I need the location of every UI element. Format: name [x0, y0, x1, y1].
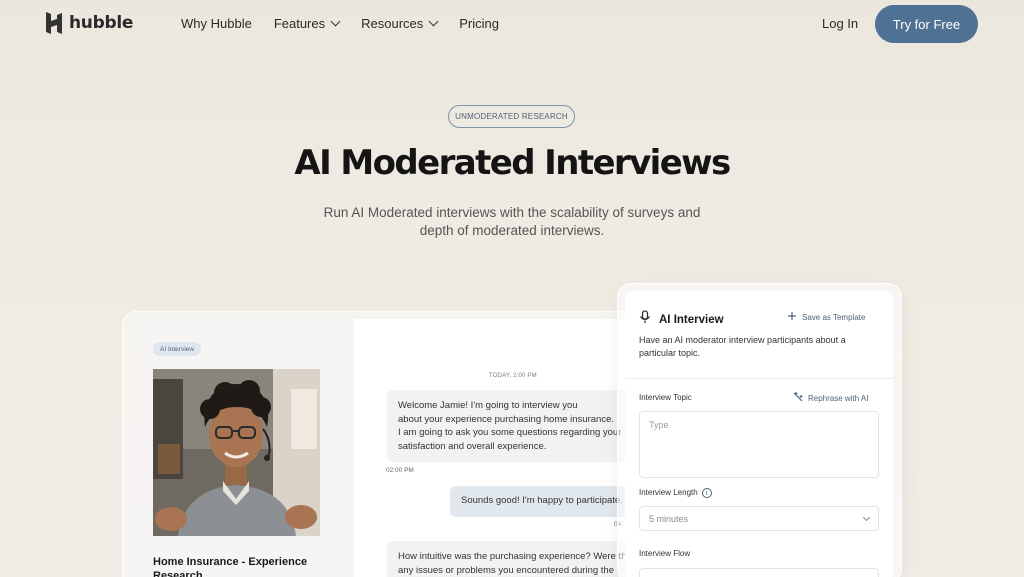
participant-photo: [153, 369, 320, 536]
config-title: AI Interview: [659, 313, 724, 326]
study-panel: AI Interview Home Insurance - Experience…: [131, 319, 354, 577]
chevron-down-icon: [862, 513, 871, 521]
chat-timestamp: TODAY, 2:00 PM: [489, 373, 537, 379]
nav-link-label: Why Hubble: [181, 16, 252, 31]
nav-features[interactable]: Features: [273, 16, 341, 31]
interview-flow-field[interactable]: [639, 568, 879, 577]
message-line: satisfaction and overall experience.: [398, 440, 547, 452]
interview-length-label-row: Interview Length i: [639, 488, 712, 498]
interview-flow-label: Interview Flow: [639, 549, 691, 558]
chevron-down-icon: [428, 16, 439, 27]
study-title: Home Insurance - Experience Research: [153, 556, 308, 577]
participant-message: Sounds good! I'm happy to participate.: [450, 486, 636, 517]
logo[interactable]: hubble: [45, 11, 133, 35]
message-line: I am going to ask you some questions reg…: [398, 427, 622, 438]
interview-topic-input[interactable]: Type: [639, 411, 879, 478]
hero-subtitle: Run AI Moderated interviews with the sca…: [323, 205, 701, 238]
nav-links: Why Hubble Features Resources Pricing: [181, 16, 499, 31]
login-link[interactable]: Log In: [822, 16, 858, 31]
nav-pricing[interactable]: Pricing: [459, 16, 499, 31]
save-as-template-label: Save as Template: [802, 312, 866, 322]
rephrase-with-ai-button[interactable]: Rephrase with AI: [793, 392, 868, 404]
config-description: Have an AI moderator interview participa…: [639, 335, 846, 358]
sparkle-icon: [793, 392, 803, 404]
nav-resources[interactable]: Resources: [361, 16, 439, 31]
ai-interview-chip: AI Interview: [153, 342, 201, 356]
hubble-logo-icon: [45, 11, 63, 35]
category-pill: UNMODERATED RESEARCH: [448, 105, 575, 128]
ai-message: How intuitive was the purchasing experie…: [387, 541, 636, 577]
nav-link-label: Pricing: [459, 16, 500, 31]
interview-topic-label: Interview Topic: [639, 393, 692, 402]
plus-icon: [788, 312, 796, 322]
interview-length-label: Interview Length: [639, 488, 698, 498]
message-line: How intuitive was the purchasing experie…: [398, 551, 636, 562]
message-line: any issues or problems you encountered d…: [398, 564, 614, 576]
message-time: 02:00 PM: [386, 467, 414, 474]
rephrase-label: Rephrase with AI: [808, 393, 869, 403]
top-nav: hubble Why Hubble Features Resources Pri…: [0, 0, 1024, 46]
save-as-template-button[interactable]: Save as Template: [788, 312, 865, 322]
config-header: AI Interview: [639, 310, 724, 329]
info-icon[interactable]: i: [701, 488, 712, 498]
message-line: about your experience purchasing home in…: [398, 413, 614, 425]
page-title: AI Moderated Interviews: [294, 143, 731, 183]
message-line: Welcome Jamie! I'm going to interview yo…: [398, 400, 578, 411]
chevron-down-icon: [330, 16, 341, 27]
interview-demo-card: AI Interview Home Insurance - Experience…: [131, 319, 636, 577]
nav-link-label: Features: [273, 16, 326, 31]
nav-link-label: Resources: [361, 16, 424, 31]
interview-length-select[interactable]: 5 minutes: [639, 506, 879, 531]
interview-length-value: 5 minutes: [649, 513, 689, 524]
try-for-free-button[interactable]: Try for Free: [875, 5, 978, 43]
nav-why-hubble[interactable]: Why Hubble: [181, 16, 252, 31]
ai-message: Welcome Jamie! I'm going to interview yo…: [387, 390, 636, 462]
chat-transcript: TODAY, 2:00 PM Welcome Jamie! I'm going …: [354, 319, 636, 577]
logo-text: hubble: [69, 13, 134, 33]
microphone-icon: [639, 310, 651, 329]
ai-interview-config-card: AI Interview Save as Template Have an AI…: [625, 291, 893, 577]
divider: [625, 378, 893, 379]
